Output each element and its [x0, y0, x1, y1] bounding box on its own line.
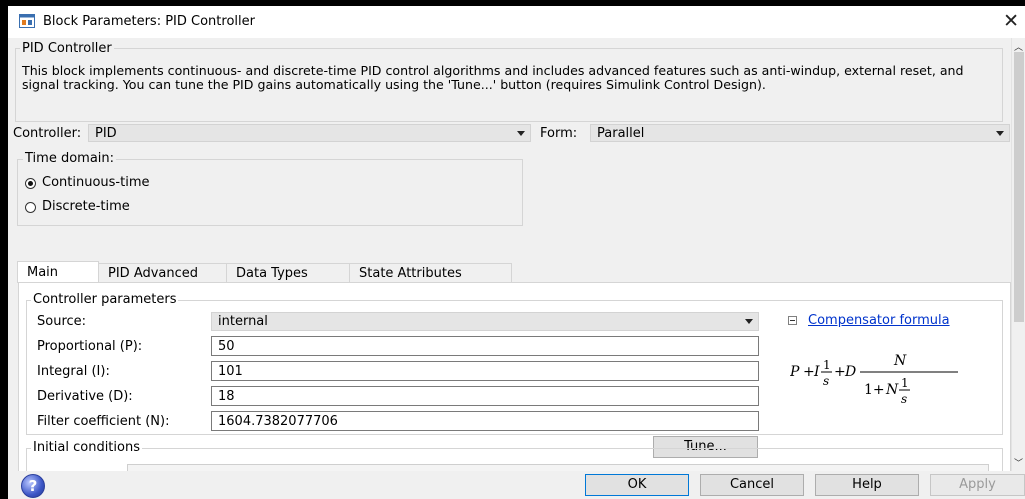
dropdown-arrow-icon	[517, 131, 525, 136]
tab-pid-advanced-label: PID Advanced	[108, 266, 199, 281]
formula-d: D	[844, 364, 856, 380]
dialog-button-bar: ? OK Cancel Help Apply	[8, 471, 1025, 499]
form-select[interactable]: Parallel	[590, 124, 1010, 142]
ok-button[interactable]: OK	[585, 474, 689, 496]
block-description: This block implements continuous- and di…	[22, 63, 964, 92]
cancel-button[interactable]: Cancel	[700, 474, 804, 496]
help-button[interactable]: Help	[815, 474, 919, 496]
formula-s-1: s	[823, 374, 829, 388]
filter-coefficient-label: Filter coefficient (N):	[37, 414, 170, 429]
formula-i: I	[813, 364, 820, 380]
proportional-value: 50	[218, 339, 235, 354]
derivative-input[interactable]: 18	[211, 386, 759, 406]
source-select[interactable]: internal	[211, 312, 759, 331]
tab-state-attributes-label: State Attributes	[359, 266, 462, 281]
filter-coefficient-value: 1604.7382077706	[218, 414, 338, 429]
dropdown-arrow-icon	[996, 131, 1004, 136]
block-name: PID Controller	[20, 41, 114, 56]
dropdown-arrow-icon	[745, 319, 753, 324]
continuous-time-label[interactable]: Continuous-time	[42, 175, 150, 190]
integral-label: Integral (I):	[37, 364, 110, 379]
discrete-time-radio[interactable]	[25, 202, 36, 213]
tab-data-types[interactable]: Data Types	[226, 263, 350, 283]
window-title: Block Parameters: PID Controller	[43, 14, 255, 29]
time-domain-title: Time domain:	[23, 151, 117, 166]
tab-data-types-label: Data Types	[236, 266, 308, 281]
source-value: internal	[218, 314, 268, 329]
vertical-scrollbar[interactable]: ︿ ﹀	[1011, 38, 1025, 471]
help-icon[interactable]: ?	[21, 474, 45, 498]
tab-main-label: Main	[27, 265, 59, 280]
integral-value: 101	[218, 364, 243, 379]
tab-pid-advanced[interactable]: PID Advanced	[98, 263, 227, 283]
formula-n-denominator: N	[885, 382, 899, 398]
controller-label: Controller:	[13, 126, 82, 141]
block-window-icon	[19, 14, 35, 28]
filter-coefficient-input[interactable]: 1604.7382077706	[211, 411, 759, 431]
compensator-formula-link[interactable]: Compensator formula	[808, 313, 950, 328]
derivative-value: 18	[218, 389, 235, 404]
formula-one-plus: 1+	[864, 382, 885, 398]
scroll-down-icon[interactable]: ﹀	[1014, 456, 1023, 469]
form-label: Form:	[540, 126, 578, 141]
controller-parameters-title: Controller parameters	[31, 292, 179, 307]
derivative-label: Derivative (D):	[37, 389, 133, 404]
close-icon[interactable]: ✕	[1003, 10, 1019, 32]
controller-select[interactable]: PID	[88, 124, 531, 142]
discrete-time-label[interactable]: Discrete-time	[42, 199, 130, 214]
compensator-formula: P + I 1 s + D N 1+ N 1 s	[790, 353, 958, 406]
collapse-icon[interactable]	[788, 316, 797, 325]
formula-p: P	[790, 364, 800, 380]
tab-state-attributes[interactable]: State Attributes	[349, 263, 512, 283]
title-bar: Block Parameters: PID Controller ✕	[8, 6, 1025, 38]
proportional-input[interactable]: 50	[211, 336, 759, 356]
initial-conditions-title: Initial conditions	[31, 440, 142, 455]
scrollbar-thumb[interactable]	[1014, 52, 1024, 322]
form-value: Parallel	[597, 126, 645, 141]
formula-one-1: 1	[823, 358, 831, 372]
controller-value: PID	[95, 126, 117, 141]
formula-plus-1: +	[803, 364, 815, 380]
source-label: Source:	[37, 314, 87, 329]
formula-plus-2: +	[834, 364, 846, 380]
tab-main[interactable]: Main	[17, 261, 99, 283]
continuous-time-radio[interactable]	[25, 178, 36, 189]
formula-n-numerator: N	[893, 353, 907, 369]
integral-input[interactable]: 101	[211, 361, 759, 381]
time-domain-group	[17, 159, 523, 226]
formula-one-2: 1	[901, 376, 909, 390]
dialog-client: PID Controller This block implements con…	[8, 38, 1025, 499]
dialog-window: Block Parameters: PID Controller ✕ PID C…	[8, 6, 1025, 499]
apply-button[interactable]: Apply	[930, 474, 1025, 496]
proportional-label: Proportional (P):	[37, 339, 143, 354]
formula-s-2: s	[901, 392, 907, 406]
